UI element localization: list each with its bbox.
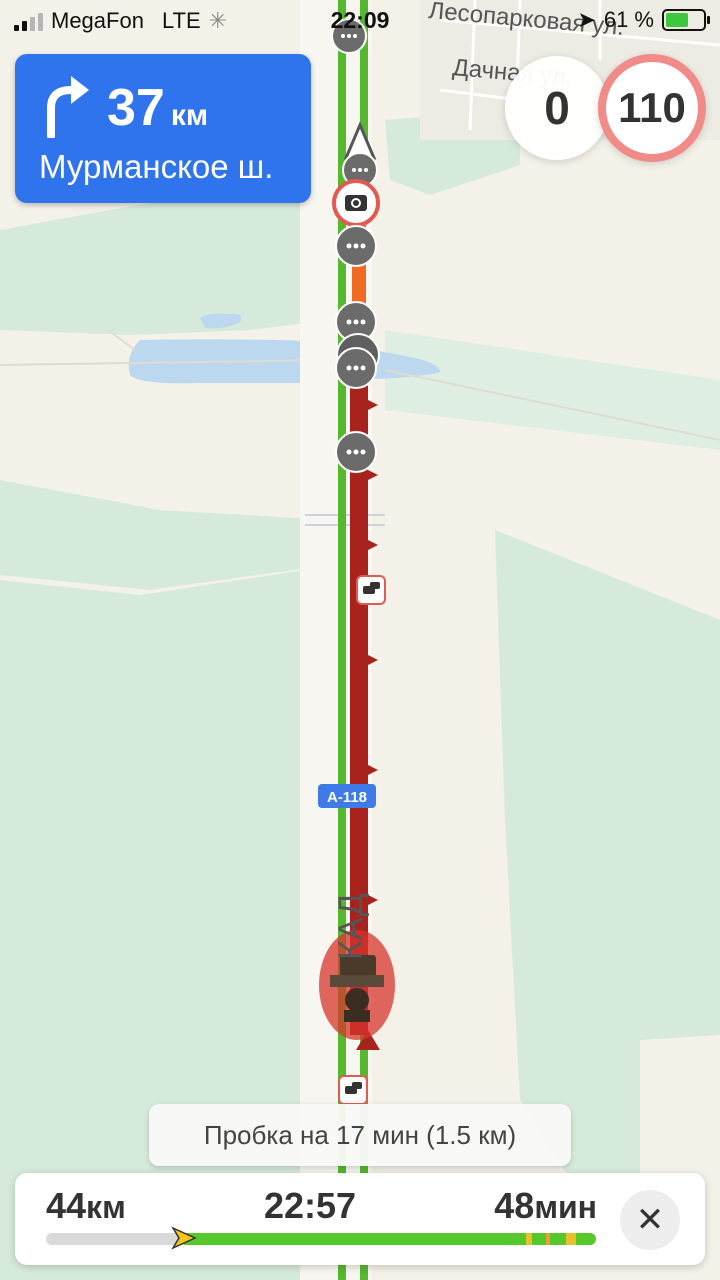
current-position-pointer-icon bbox=[170, 1226, 197, 1250]
close-route-button[interactable]: ✕ bbox=[620, 1190, 680, 1250]
road-event-chat-icon[interactable] bbox=[335, 225, 377, 267]
battery-percent: 61 % bbox=[603, 7, 654, 32]
route-info-panel[interactable]: 44км 22:57 48мин ✕ bbox=[15, 1173, 705, 1265]
road-event-chat-icon[interactable] bbox=[335, 333, 380, 389]
road-shield: А-118 bbox=[318, 784, 376, 808]
battery-icon bbox=[662, 9, 710, 31]
road-event-chat-icon[interactable] bbox=[335, 431, 377, 473]
speed-camera-icon[interactable] bbox=[332, 179, 380, 227]
close-icon: ✕ bbox=[635, 1201, 665, 1239]
accident-icon[interactable] bbox=[356, 575, 386, 605]
progress-remaining bbox=[183, 1233, 596, 1245]
maneuver-card[interactable]: 37 км Мурманское ш. bbox=[15, 54, 311, 203]
accident-icon[interactable] bbox=[338, 1075, 368, 1105]
status-right: ➤ 61 % bbox=[577, 7, 710, 33]
turn-right-arrow-icon bbox=[47, 76, 89, 138]
remaining-time-unit: мин bbox=[534, 1189, 597, 1225]
maneuver-distance: 37 км bbox=[107, 82, 208, 134]
traffic-jam-tooltip[interactable]: Пробка на 17 мин (1.5 км) bbox=[149, 1104, 571, 1166]
current-speed: 0 bbox=[505, 56, 609, 160]
location-arrow-icon: ➤ bbox=[577, 7, 596, 32]
progress-jam-segment bbox=[526, 1233, 532, 1245]
speed-limit-sign: 110 bbox=[598, 54, 706, 162]
maneuver-distance-unit: км bbox=[170, 99, 209, 132]
remaining-time: 48мин bbox=[494, 1185, 597, 1227]
road-name-label: КАД bbox=[332, 893, 370, 960]
maneuver-distance-value: 37 bbox=[107, 79, 165, 137]
road-shield-label: А-118 bbox=[327, 789, 367, 806]
status-bar: MegaFon LTE ✳ 22:09 ➤ 61 % bbox=[0, 0, 720, 40]
route-progress-bar bbox=[46, 1226, 596, 1250]
remaining-time-value: 48 bbox=[494, 1185, 535, 1226]
progress-jam-segment bbox=[566, 1233, 576, 1245]
maneuver-street: Мурманское ш. bbox=[39, 148, 274, 185]
progress-traveled bbox=[46, 1233, 184, 1245]
progress-jam-segment bbox=[546, 1233, 550, 1245]
